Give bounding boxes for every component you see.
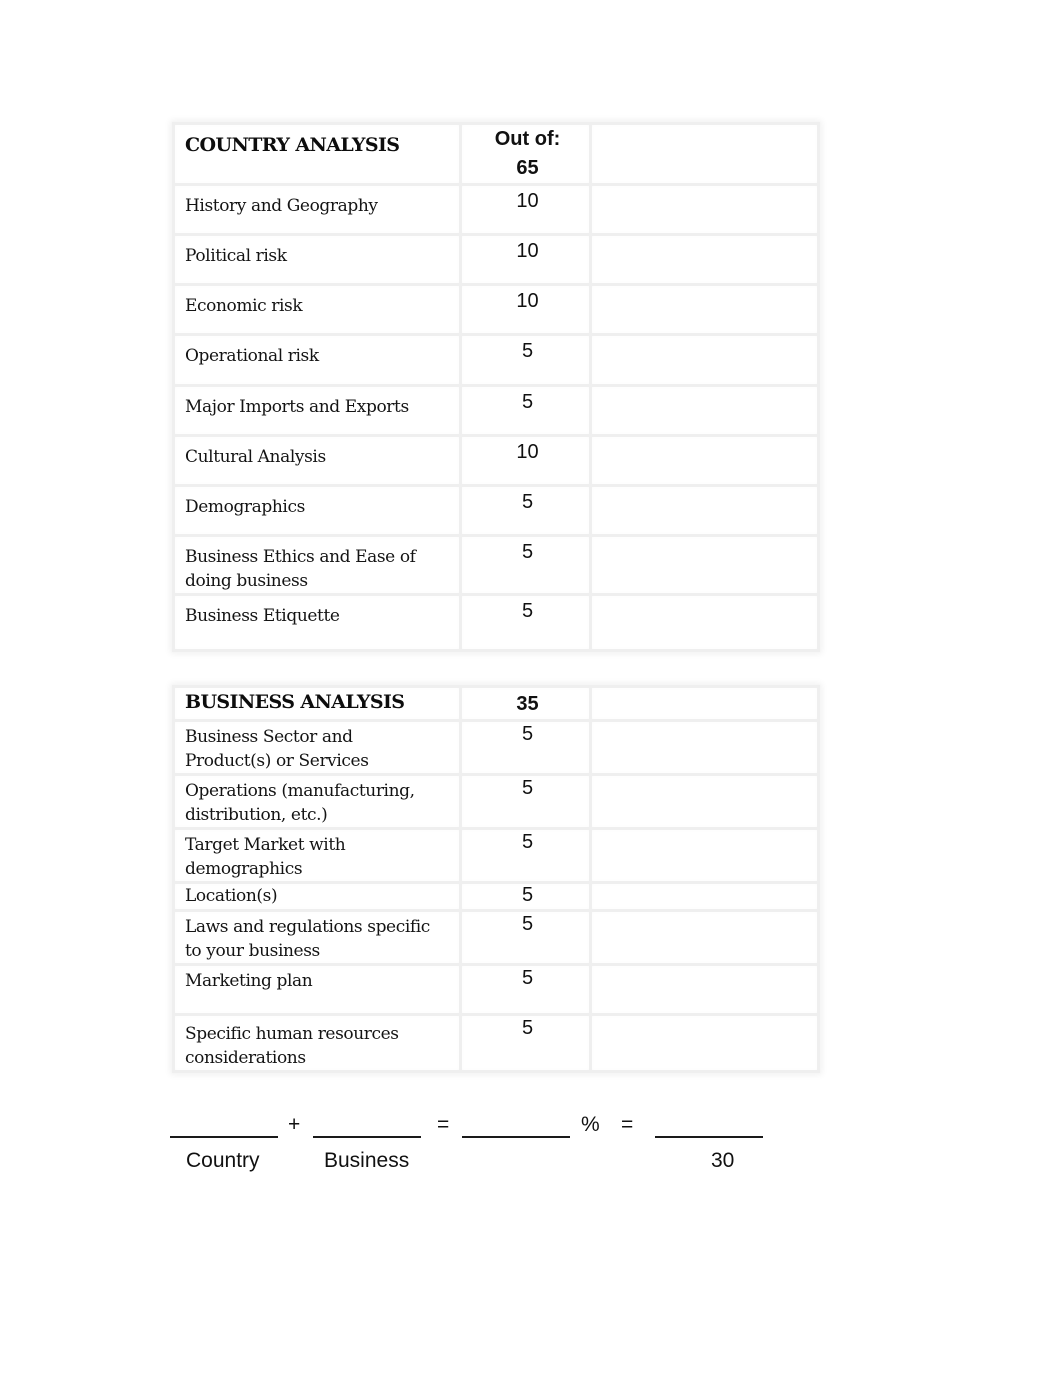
country-analysis-title: COUNTRY ANALYSIS	[185, 134, 400, 156]
country-score-blank[interactable]	[170, 1136, 278, 1138]
table-row: History and Geography 10	[172, 183, 820, 236]
criterion-points: 5	[521, 967, 534, 989]
score-cell[interactable]	[589, 773, 820, 830]
score-cell[interactable]	[589, 534, 820, 596]
criterion-label: Marketing plan	[185, 971, 313, 991]
criterion-label: Specific human resources	[185, 1024, 399, 1044]
business-analysis-table: BUSINESS ANALYSIS 35 Business Sector and…	[172, 685, 820, 1073]
out-of-label: Out of:	[494, 128, 561, 150]
equals-sign: =	[437, 1113, 450, 1136]
score-cell[interactable]	[589, 233, 820, 286]
criterion-points: 10	[516, 441, 539, 463]
country-total-points: 65	[516, 157, 539, 179]
score-cell[interactable]	[589, 333, 820, 387]
table-row: Business Etiquette 5	[172, 593, 820, 652]
criterion-label: Business Etiquette	[185, 606, 340, 626]
criterion-points: 10	[516, 240, 539, 262]
final-score-blank[interactable]	[655, 1136, 763, 1138]
percent-score-blank[interactable]	[462, 1136, 570, 1138]
criterion-points: 5	[521, 600, 534, 622]
business-total-points: 35	[516, 693, 539, 715]
criterion-points: 10	[516, 290, 539, 312]
table-row: Target Market with demographics 5	[172, 827, 820, 884]
criterion-points: 5	[521, 391, 534, 413]
criterion-label: Location(s)	[185, 886, 278, 906]
business-caption: Business	[324, 1149, 410, 1172]
table-header-row: COUNTRY ANALYSIS Out of: 65	[172, 122, 820, 186]
score-cell[interactable]	[589, 434, 820, 487]
business-analysis-title: BUSINESS ANALYSIS	[185, 691, 405, 713]
criterion-points: 10	[516, 190, 539, 212]
percent-sign: %	[581, 1113, 600, 1136]
criterion-label-continued: doing business	[185, 571, 308, 591]
equals-sign: =	[621, 1113, 634, 1136]
criterion-points: 5	[521, 1017, 534, 1039]
criterion-label: Economic risk	[185, 296, 303, 316]
criterion-points: 5	[521, 340, 534, 362]
criterion-points: 5	[521, 777, 534, 799]
table-header-row: BUSINESS ANALYSIS 35	[172, 685, 820, 722]
table-row: Political risk 10	[172, 233, 820, 286]
table-row: Specific human resources considerations …	[172, 1013, 820, 1073]
criterion-label-continued: to your business	[185, 941, 320, 961]
table-row: Laws and regulations specific to your bu…	[172, 909, 820, 966]
country-analysis-table: COUNTRY ANALYSIS Out of: 65 History and …	[172, 122, 820, 652]
criterion-label: Laws and regulations specific	[185, 917, 430, 937]
criterion-label-continued: considerations	[185, 1048, 306, 1068]
criterion-label-continued: demographics	[185, 859, 303, 879]
score-cell[interactable]	[589, 827, 820, 884]
table-row: Business Ethics and Ease of doing busine…	[172, 534, 820, 596]
table-row: Demographics 5	[172, 484, 820, 537]
table-row: Location(s) 5	[172, 881, 820, 912]
score-cell[interactable]	[589, 685, 820, 722]
criterion-label: Political risk	[185, 246, 287, 266]
score-cell[interactable]	[589, 593, 820, 652]
score-cell[interactable]	[589, 484, 820, 537]
table-row: Business Sector and Product(s) or Servic…	[172, 719, 820, 776]
business-score-blank[interactable]	[313, 1136, 421, 1138]
criterion-label: Target Market with	[185, 835, 346, 855]
table-row: Major Imports and Exports 5	[172, 384, 820, 437]
plus-sign: +	[288, 1113, 301, 1136]
criterion-points: 5	[521, 913, 534, 935]
score-cell[interactable]	[589, 719, 820, 776]
final-score-caption: 30	[711, 1149, 735, 1172]
criterion-label: Operations (manufacturing,	[185, 781, 415, 801]
criterion-label: Business Sector and	[185, 727, 353, 747]
score-cell[interactable]	[589, 183, 820, 236]
criterion-points: 5	[521, 831, 534, 853]
criterion-label: Major Imports and Exports	[185, 397, 409, 417]
score-cell[interactable]	[589, 122, 820, 186]
criterion-label: History and Geography	[185, 196, 378, 216]
score-cell[interactable]	[589, 1013, 820, 1073]
criterion-points: 5	[521, 884, 534, 906]
table-row: Marketing plan 5	[172, 963, 820, 1016]
country-caption: Country	[186, 1149, 260, 1172]
table-row: Operations (manufacturing, distribution,…	[172, 773, 820, 830]
score-cell[interactable]	[589, 909, 820, 966]
score-cell[interactable]	[589, 881, 820, 912]
criterion-label: Demographics	[185, 497, 305, 517]
criterion-points: 5	[521, 723, 534, 745]
criterion-points: 5	[521, 491, 534, 513]
criterion-label-continued: Product(s) or Services	[185, 751, 369, 771]
table-row: Operational risk 5	[172, 333, 820, 387]
criterion-label-continued: distribution, etc.)	[185, 805, 328, 825]
score-cell[interactable]	[589, 963, 820, 1016]
criterion-label: Business Ethics and Ease of	[185, 547, 416, 567]
score-cell[interactable]	[589, 283, 820, 336]
criterion-label: Cultural Analysis	[185, 447, 326, 467]
score-cell[interactable]	[589, 384, 820, 437]
table-row: Cultural Analysis 10	[172, 434, 820, 487]
criterion-label: Operational risk	[185, 346, 319, 366]
table-row: Economic risk 10	[172, 283, 820, 336]
criterion-points: 5	[521, 541, 534, 563]
